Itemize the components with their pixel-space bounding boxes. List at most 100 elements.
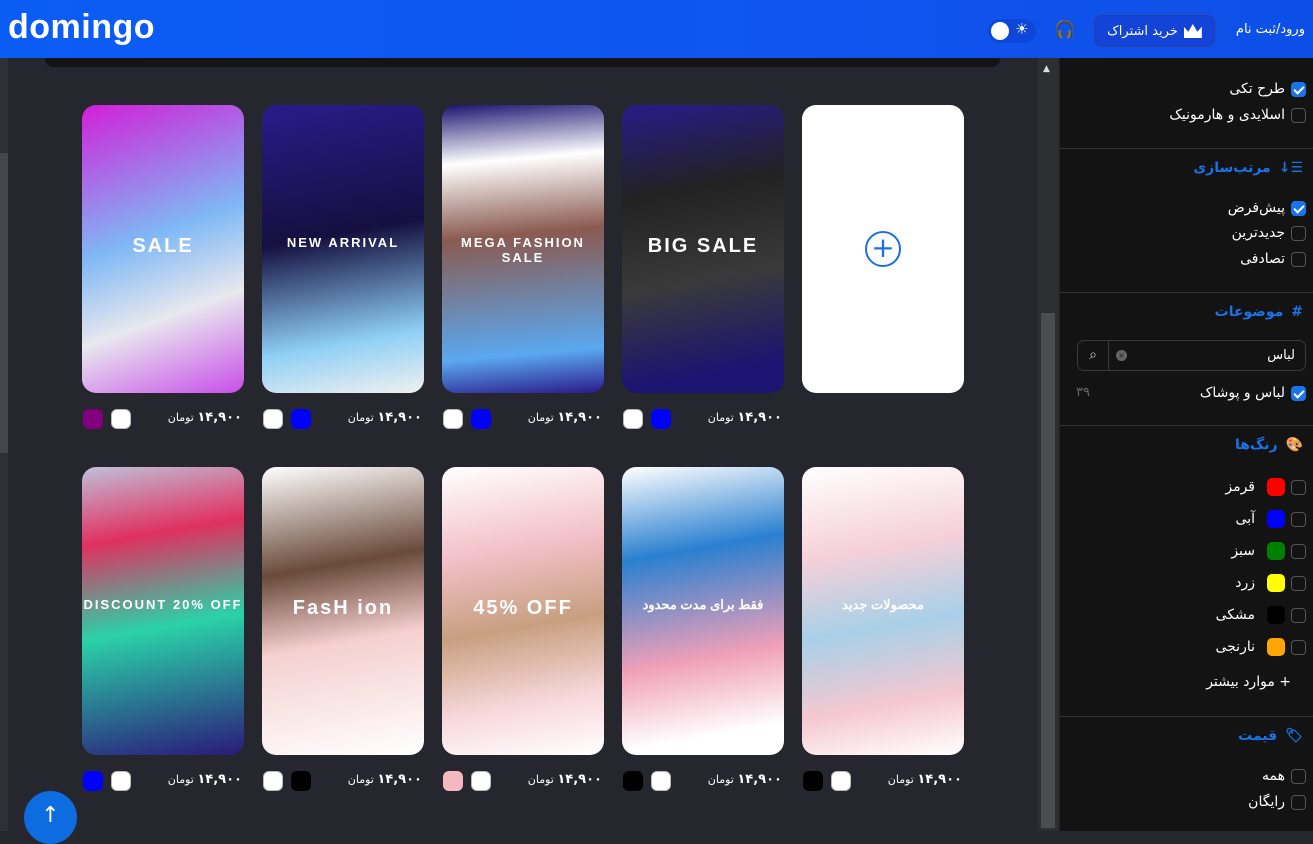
template-card[interactable]: NEW ARRIVAL: [262, 105, 424, 393]
color-swatch[interactable]: [291, 409, 311, 429]
sort-icon: ☰↓: [1278, 160, 1303, 176]
divider: [1060, 292, 1313, 293]
template-card[interactable]: DISCOUNT 20% OFF: [82, 467, 244, 755]
checkbox[interactable]: [1291, 200, 1306, 216]
colors-title: 🎨 رنگ‌ها: [1234, 437, 1303, 453]
sort-random[interactable]: تصادفی: [1240, 251, 1306, 267]
scroll-thumb[interactable]: [0, 153, 8, 453]
color-swatch[interactable]: [831, 771, 851, 791]
checkbox[interactable]: [1291, 511, 1306, 527]
sort-newest[interactable]: جدیدترین: [1232, 225, 1306, 241]
price: ۱۴,۹۰۰ تومان: [167, 772, 242, 787]
label: زرد: [1235, 575, 1255, 591]
color-filter[interactable]: نارنجی: [1215, 638, 1306, 656]
more-colors-link[interactable]: + موارد بیشتر: [1206, 674, 1291, 690]
sort-title: ☰↓ مرتب‌سازی: [1193, 160, 1303, 176]
template-card[interactable]: فقط برای مدت محدود: [622, 467, 784, 755]
price-all[interactable]: همه: [1262, 768, 1306, 784]
color-swatch[interactable]: [83, 771, 103, 791]
headset-icon[interactable]: 🎧: [1054, 20, 1075, 40]
color-swatch[interactable]: [471, 409, 491, 429]
login-link[interactable]: ورود/ثبت نام: [1236, 22, 1305, 37]
checkbox[interactable]: [1291, 251, 1306, 267]
price-free[interactable]: رایگان: [1248, 794, 1306, 810]
topic-clothing[interactable]: لباس و پوشاک: [1200, 385, 1306, 401]
template-card[interactable]: BIG SALE: [622, 105, 784, 393]
color-swatch[interactable]: [471, 771, 491, 791]
label: سبز: [1231, 543, 1255, 559]
color-filter[interactable]: زرد: [1235, 574, 1306, 592]
checkbox[interactable]: [1291, 607, 1306, 623]
clear-icon[interactable]: ×: [1116, 350, 1127, 361]
price-title: 🏷 قیمت: [1238, 728, 1303, 744]
topic-search-input[interactable]: [1107, 341, 1305, 370]
price: ۱۴,۹۰۰ تومان: [707, 772, 782, 787]
color-filter[interactable]: آبی: [1236, 510, 1306, 528]
layout-single[interactable]: طرح تکی: [1229, 81, 1306, 97]
label: + موارد بیشتر: [1206, 674, 1291, 690]
color-swatch[interactable]: [83, 409, 103, 429]
palette-icon: 🎨: [1285, 437, 1303, 453]
checkbox[interactable]: [1291, 794, 1306, 810]
template-caption: BIG SALE: [647, 235, 759, 257]
checkbox[interactable]: [1291, 479, 1306, 495]
add-template-card[interactable]: +: [802, 105, 964, 393]
color-filter[interactable]: سبز: [1231, 542, 1306, 560]
checkbox[interactable]: [1291, 639, 1306, 655]
color-swatch[interactable]: [111, 771, 131, 791]
subscribe-button[interactable]: خرید اشتراک: [1094, 15, 1215, 47]
sun-icon: ☀: [1015, 20, 1029, 38]
sort-default[interactable]: پیش‌فرض: [1228, 200, 1306, 216]
checkbox[interactable]: [1291, 385, 1306, 401]
logo[interactable]: domingo: [8, 8, 155, 47]
template-card[interactable]: MEGA FASHION SALE: [442, 105, 604, 393]
divider: [1060, 425, 1313, 426]
scroll-thumb[interactable]: [1041, 313, 1055, 828]
color-filter[interactable]: قرمز: [1225, 478, 1306, 496]
checkbox[interactable]: [1291, 543, 1306, 559]
main-scrollbar[interactable]: ▲: [1038, 58, 1058, 831]
layout-slider[interactable]: اسلایدی و هارمونیک: [1169, 107, 1306, 123]
checkbox[interactable]: [1291, 575, 1306, 591]
left-scrollbar[interactable]: [0, 58, 8, 831]
color-swatch[interactable]: [263, 771, 283, 791]
price: ۱۴,۹۰۰ تومان: [347, 410, 422, 425]
template-card[interactable]: محصولات جدید: [802, 467, 964, 755]
label: اسلایدی و هارمونیک: [1169, 107, 1285, 123]
color-swatch[interactable]: [443, 409, 463, 429]
color-swatch: [1267, 606, 1285, 624]
color-swatch[interactable]: [803, 771, 823, 791]
template-caption: SALE: [132, 235, 194, 257]
scroll-up-icon[interactable]: ▲: [1043, 64, 1050, 74]
scroll-to-top-button[interactable]: ↑: [24, 791, 77, 844]
color-filter[interactable]: مشکی: [1216, 606, 1306, 624]
color-swatch: [1267, 542, 1285, 560]
color-swatch[interactable]: [651, 771, 671, 791]
color-swatch[interactable]: [651, 409, 671, 429]
checkbox[interactable]: [1291, 225, 1306, 241]
template-card[interactable]: SALE: [82, 105, 244, 393]
template-caption: محصولات جدید: [842, 597, 924, 612]
price: ۱۴,۹۰۰ تومان: [707, 410, 782, 425]
template-caption: MEGA FASHION SALE: [461, 235, 585, 265]
theme-toggle[interactable]: ☀: [988, 19, 1036, 43]
color-swatch[interactable]: [443, 771, 463, 791]
label: قرمز: [1225, 479, 1255, 495]
checkbox[interactable]: [1291, 81, 1306, 97]
subscribe-label: خرید اشتراک: [1107, 23, 1178, 39]
label: نارنجی: [1215, 639, 1255, 655]
color-swatch[interactable]: [111, 409, 131, 429]
checkbox[interactable]: [1291, 768, 1306, 784]
color-swatch[interactable]: [623, 409, 643, 429]
crown-icon: [1183, 24, 1202, 38]
template-card[interactable]: FasH ion: [262, 467, 424, 755]
divider: [1060, 716, 1313, 717]
search-icon[interactable]: ⌕: [1078, 341, 1109, 370]
color-swatch[interactable]: [623, 771, 643, 791]
template-caption: فقط برای مدت محدود: [642, 597, 764, 612]
color-swatch[interactable]: [291, 771, 311, 791]
color-swatch[interactable]: [263, 409, 283, 429]
checkbox[interactable]: [1291, 107, 1306, 123]
template-card[interactable]: 45% OFF: [442, 467, 604, 755]
tag-icon: 🏷: [1285, 728, 1303, 744]
